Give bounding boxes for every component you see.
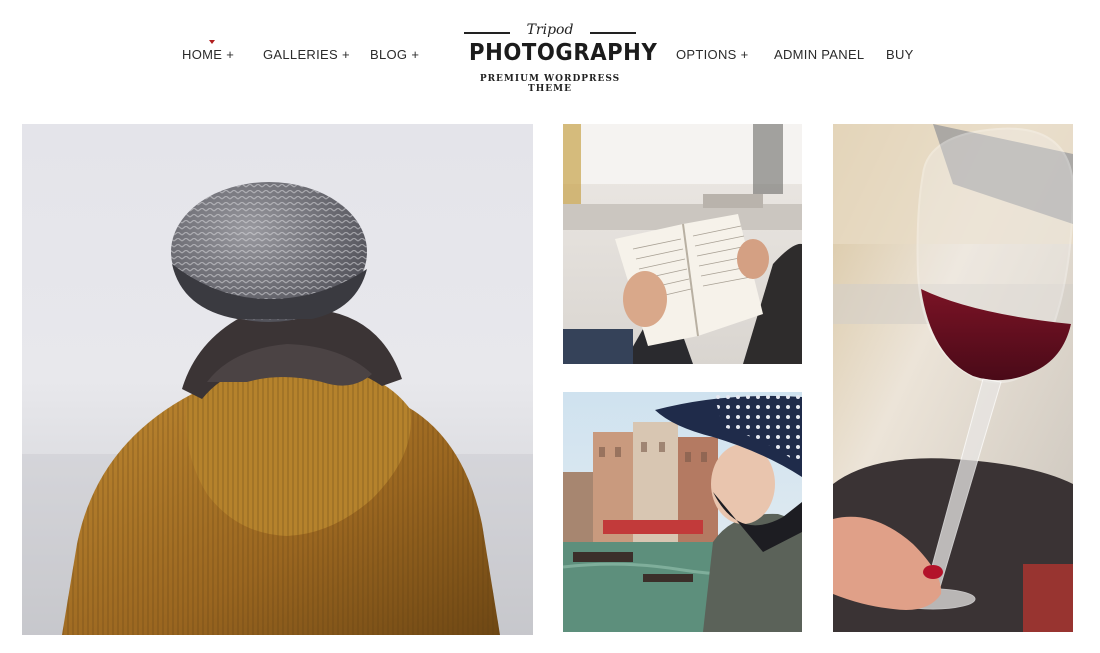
photo-wine-image — [833, 124, 1073, 632]
nav-item-buy[interactable]: BUY — [886, 47, 914, 62]
gallery-photo-hat-jacket[interactable] — [22, 124, 533, 635]
gallery-photo-reading[interactable] — [563, 124, 802, 364]
nav-item-options[interactable]: OPTIONS + — [676, 47, 749, 62]
active-menu-indicator — [209, 40, 215, 44]
gallery-photo-canal-hat[interactable] — [563, 392, 802, 632]
photo-canal-hat-image — [563, 392, 802, 632]
photo-hat-jacket-image — [22, 124, 533, 635]
nav-item-buy-label: BUY — [886, 47, 914, 62]
logo-rule-right — [590, 32, 636, 34]
nav-item-admin-panel-label: ADMIN PANEL — [774, 47, 865, 62]
logo-tagline: PREMIUM WORDPRESS THEME — [479, 74, 621, 94]
site-logo[interactable]: Tripod PHOTOGRAPHY PREMIUM WORDPRESS THE… — [462, 20, 658, 94]
nav-item-blog[interactable]: BLOG + — [370, 47, 419, 62]
plus-icon: + — [740, 47, 749, 62]
nav-item-admin-panel[interactable]: ADMIN PANEL — [774, 47, 864, 62]
nav-item-blog-label: BLOG — [370, 47, 408, 62]
plus-icon: + — [341, 47, 350, 62]
nav-item-galleries-label: GALLERIES — [263, 47, 338, 62]
logo-script-row: Tripod — [462, 22, 638, 40]
logo-script-text: Tripod — [526, 22, 574, 38]
nav-item-home-label: HOME — [182, 47, 223, 62]
nav-item-galleries[interactable]: GALLERIES + — [263, 47, 350, 62]
nav-item-home[interactable]: HOME + — [182, 47, 234, 62]
plus-icon: + — [226, 47, 235, 62]
nav-item-options-label: OPTIONS — [676, 47, 737, 62]
gallery-photo-wine[interactable] — [833, 124, 1073, 632]
photo-reading-image — [563, 124, 802, 364]
plus-icon: + — [411, 47, 420, 62]
logo-title: PHOTOGRAPHY — [469, 40, 658, 66]
